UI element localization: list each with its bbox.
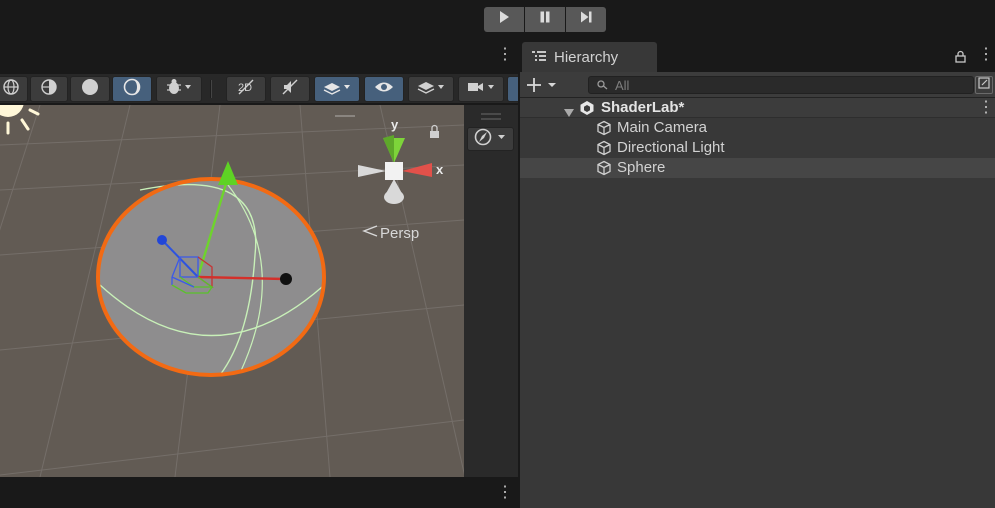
projection-label: Persp [380,224,420,242]
scene-viewport[interactable]: y x Persp [0,105,464,477]
scene-name: ShaderLab* [601,99,685,116]
search-scene-icon [978,76,990,94]
plus-icon [526,78,560,97]
shading-wireframe-shaded-button[interactable] [30,76,68,102]
scene-row-menu-icon[interactable]: ⋮ [978,100,994,116]
hierarchy-search-input[interactable]: All [588,76,974,94]
eye-icon [374,80,394,99]
orientation-gizmo [358,135,432,204]
gameobject-cube-icon [596,120,612,140]
shading-shaded-button[interactable] [70,76,110,102]
search-placeholder: All [615,77,630,93]
hierarchy-list-icon [532,49,546,66]
list-item-label: Main Camera [617,119,708,136]
search-icon [597,78,609,93]
camera-settings-dropdown[interactable] [458,76,504,102]
list-item-label: Directional Light [617,139,725,156]
step-icon [579,10,593,29]
gizmo-x-label: x [436,162,444,177]
lock-icon[interactable] [955,50,966,68]
list-item[interactable]: Directional Light [520,138,995,158]
drag-handle[interactable] [481,113,501,115]
list-item-label: Sphere [617,159,666,176]
playmode-controls [484,7,606,32]
play-button[interactable] [484,7,524,32]
wireframe-sphere-icon [2,78,20,101]
shaded-wireframe-icon [40,78,58,101]
audio-toggle-button[interactable] [270,76,310,102]
scene-overlay-strip [464,105,518,477]
2d-toggle-icon: 2D [236,78,256,101]
debug-draw-mode-dropdown[interactable] [156,76,202,102]
compass-icon [474,128,508,151]
shading-wireframe-button[interactable] [0,76,28,102]
list-item-selected[interactable]: Sphere [520,158,995,178]
gameobject-cube-icon [596,140,612,160]
scene-footer [0,477,518,508]
perspective-icon [362,224,378,242]
toolbar-divider [210,80,212,98]
shaded-sphere-icon [81,78,99,101]
layers-dropdown[interactable] [408,76,454,102]
layers-icon [416,78,446,101]
gameobject-cube-icon [596,160,612,180]
moon-icon [123,78,141,101]
list-item[interactable]: Main Camera [520,118,995,138]
hierarchy-tab-label: Hierarchy [554,48,619,66]
footer-menu-icon[interactable]: ⋮ [497,485,513,501]
2d-toggle-button[interactable]: 2D [226,76,266,102]
projection-toggle[interactable]: Persp [362,224,419,242]
step-button[interactable] [566,7,606,32]
gizmo-lock [430,124,439,138]
scene-tab-header [0,42,518,74]
scene-visibility-button[interactable] [364,76,404,102]
pause-icon [538,10,552,29]
create-dropdown-button[interactable] [526,77,560,98]
scene-menu-icon[interactable]: ⋮ [497,47,513,63]
hierarchy-menu-icon[interactable]: ⋮ [978,47,994,63]
shading-unlit-button[interactable] [112,76,152,102]
search-by-type-button[interactable] [975,76,993,94]
gizmo-y-label: y [391,117,399,132]
tab-hierarchy[interactable]: Hierarchy [522,42,657,72]
unity-scene-icon [579,100,595,120]
effects-icon [322,78,352,101]
drag-handle-line [481,118,501,120]
orientation-tool-dropdown[interactable] [467,127,514,151]
bug-icon [166,78,192,101]
pause-button[interactable] [525,7,565,32]
scene-toolbar: 2D [0,74,527,104]
effects-dropdown[interactable] [314,76,360,102]
hierarchy-scene-row[interactable]: ShaderLab* ⋮ [520,98,995,118]
audio-muted-icon [280,78,300,101]
camera-icon [466,78,496,101]
play-icon [497,10,511,29]
